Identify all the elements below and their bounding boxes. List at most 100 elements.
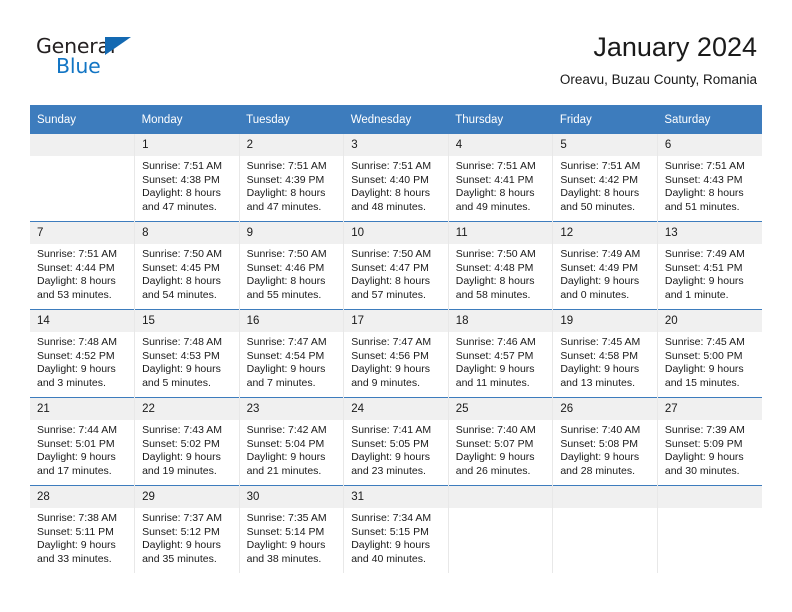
day-details: Sunrise: 7:45 AM Sunset: 4:58 PM Daylight:… (553, 332, 657, 390)
calendar-day-cell[interactable]: 26 Sunrise: 7:40 AM Sunset: 5:08 PM Dayligh… (552, 397, 658, 486)
calendar-day-cell[interactable]: 24 Sunrise: 7:41 AM Sunset: 5:05 PM Dayligh… (343, 397, 449, 486)
calendar-week-row: 7 Sunrise: 7:51 AM Sunset: 4:44 PM Daylight… (30, 221, 762, 310)
daylight-text-line2: and 58 minutes. (455, 288, 531, 301)
calendar-day-cell[interactable]: 1 Sunrise: 7:51 AM Sunset: 4:38 PM Daylight… (134, 134, 240, 222)
calendar-day-cell[interactable]: 8 Sunrise: 7:50 AM Sunset: 4:45 PM Daylight… (134, 221, 240, 310)
calendar-day-cell[interactable]: 29 Sunrise: 7:37 AM Sunset: 5:12 PM Dayligh… (134, 485, 240, 573)
calendar-day-cell[interactable]: 6 Sunrise: 7:51 AM Sunset: 4:43 PM Daylight… (657, 134, 762, 222)
daylight-text-line1: Daylight: 8 hours (664, 187, 744, 200)
calendar-day-cell[interactable]: 13 Sunrise: 7:49 AM Sunset: 4:51 PM Dayligh… (657, 221, 762, 310)
calendar-day-cell[interactable]: 7 Sunrise: 7:51 AM Sunset: 4:44 PM Daylight… (30, 221, 136, 310)
day-details: Sunrise: 7:40 AM Sunset: 5:08 PM Daylight:… (553, 420, 657, 478)
daylight-text-line2: and 30 minutes. (664, 464, 740, 477)
sunset-text: Sunset: 5:01 PM (37, 437, 115, 450)
calendar-day-cell[interactable]: 19 Sunrise: 7:45 AM Sunset: 4:58 PM Dayligh… (552, 309, 658, 398)
sunset-text: Sunset: 5:11 PM (37, 525, 114, 538)
day-number: 19 (553, 310, 657, 332)
sunrise-text: Sunrise: 7:50 AM (351, 248, 432, 260)
sunset-text: Sunset: 4:44 PM (37, 261, 115, 274)
calendar-day-cell[interactable]: 30 Sunrise: 7:35 AM Sunset: 5:14 PM Dayligh… (239, 485, 345, 573)
day-number: 22 (135, 398, 239, 420)
sunset-text: Sunset: 4:39 PM (246, 173, 325, 186)
calendar-day-cell[interactable]: 9 Sunrise: 7:50 AM Sunset: 4:46 PM Daylight… (239, 221, 345, 310)
generalblue-logo[interactable]: General Blue (36, 34, 156, 82)
calendar-week-row: 1 Sunrise: 7:51 AM Sunset: 4:38 PM Daylight… (30, 134, 762, 222)
calendar-day-cell[interactable]: 17 Sunrise: 7:47 AM Sunset: 4:56 PM Dayligh… (343, 309, 449, 398)
day-details: Sunrise: 7:37 AM Sunset: 5:12 PM Daylight:… (135, 508, 239, 566)
daylight-text-line1: Daylight: 9 hours (37, 363, 116, 376)
calendar-day-cell[interactable]: 5 Sunrise: 7:51 AM Sunset: 4:42 PM Daylight… (552, 134, 658, 222)
sunset-text: Sunset: 4:53 PM (142, 349, 220, 362)
daylight-text-line1: Daylight: 9 hours (351, 451, 430, 464)
day-number: 3 (344, 134, 448, 156)
calendar-day-cell[interactable]: 16 Sunrise: 7:47 AM Sunset: 4:54 PM Dayligh… (239, 309, 345, 398)
calendar-day-cell[interactable]: 23 Sunrise: 7:42 AM Sunset: 5:04 PM Dayligh… (239, 397, 345, 486)
sunrise-text: Sunrise: 7:42 AM (246, 424, 327, 436)
daylight-text-line1: Daylight: 8 hours (455, 275, 535, 288)
daylight-text-line2: and 23 minutes. (351, 464, 426, 477)
calendar-day-cell[interactable]: 3 Sunrise: 7:51 AM Sunset: 4:40 PM Daylight… (343, 134, 449, 222)
sunrise-text: Sunrise: 7:35 AM (246, 512, 327, 524)
calendar-day-cell[interactable]: 20 Sunrise: 7:45 AM Sunset: 5:00 PM Dayligh… (657, 309, 762, 398)
sunset-text: Sunset: 4:49 PM (560, 261, 638, 274)
day-number: 7 (30, 222, 135, 244)
day-number: 9 (239, 222, 344, 244)
calendar-day-cell[interactable]: 21 Sunrise: 7:44 AM Sunset: 5:01 PM Dayligh… (30, 397, 136, 486)
sunrise-text: Sunrise: 7:50 AM (142, 248, 223, 260)
weekday-header-monday: Monday (134, 105, 240, 134)
daylight-text-line1: Daylight: 8 hours (455, 187, 535, 200)
sunrise-text: Sunrise: 7:34 AM (351, 512, 432, 524)
daylight-text-line1: Daylight: 9 hours (664, 363, 744, 376)
day-details: Sunrise: 7:35 AM Sunset: 5:14 PM Daylight:… (240, 508, 344, 566)
sunrise-text: Sunrise: 7:41 AM (351, 424, 432, 436)
day-details: Sunrise: 7:48 AM Sunset: 4:52 PM Daylight:… (30, 332, 134, 390)
calendar-day-cell[interactable]: 15 Sunrise: 7:48 AM Sunset: 4:53 PM Dayligh… (134, 309, 240, 398)
day-number: 27 (657, 398, 762, 420)
daylight-text-line2: and 48 minutes. (351, 200, 426, 213)
calendar-day-cell[interactable]: 11 Sunrise: 7:50 AM Sunset: 4:48 PM Dayligh… (448, 221, 554, 310)
daylight-text-line2: and 17 minutes. (37, 464, 112, 477)
sunrise-text: Sunrise: 7:51 AM (37, 248, 117, 260)
daylight-text-line1: Daylight: 9 hours (455, 451, 535, 464)
daylight-text-line2: and 0 minutes. (560, 288, 630, 301)
calendar-page: General Blue January 2024 Oreavu, Buzau … (0, 0, 792, 612)
day-details: Sunrise: 7:51 AM Sunset: 4:41 PM Daylight:… (449, 156, 553, 214)
calendar-day-cell[interactable]: 18 Sunrise: 7:46 AM Sunset: 4:57 PM Dayligh… (448, 309, 554, 398)
day-number: 25 (448, 398, 553, 420)
sunrise-text: Sunrise: 7:47 AM (351, 336, 432, 348)
day-details: Sunrise: 7:51 AM Sunset: 4:44 PM Daylight:… (30, 244, 134, 302)
calendar-day-cell[interactable]: 4 Sunrise: 7:51 AM Sunset: 4:41 PM Daylight… (448, 134, 554, 222)
daylight-text-line2: and 7 minutes. (246, 376, 316, 389)
daylight-text-line1: Daylight: 8 hours (246, 275, 326, 288)
weekday-header-sunday: Sunday (30, 105, 135, 134)
day-number (553, 486, 657, 508)
sunrise-text: Sunrise: 7:37 AM (142, 512, 223, 524)
calendar-day-cell[interactable]: 28 Sunrise: 7:38 AM Sunset: 5:11 PM Dayligh… (30, 485, 136, 573)
calendar-day-cell[interactable]: 2 Sunrise: 7:51 AM Sunset: 4:39 PM Daylight… (239, 134, 345, 222)
calendar-day-cell[interactable]: 14 Sunrise: 7:48 AM Sunset: 4:52 PM Dayligh… (30, 309, 136, 398)
daylight-text-line1: Daylight: 9 hours (560, 275, 640, 288)
daylight-text-line2: and 49 minutes. (455, 200, 531, 213)
daylight-text-line2: and 50 minutes. (560, 200, 636, 213)
day-details: Sunrise: 7:47 AM Sunset: 4:54 PM Daylight:… (240, 332, 344, 390)
calendar-day-cell[interactable]: 25 Sunrise: 7:40 AM Sunset: 5:07 PM Dayligh… (448, 397, 554, 486)
calendar-day-cell[interactable]: 22 Sunrise: 7:43 AM Sunset: 5:02 PM Dayligh… (134, 397, 240, 486)
day-number: 8 (135, 222, 239, 244)
sunset-text: Sunset: 4:40 PM (351, 173, 429, 186)
weekday-header-friday: Friday (552, 105, 658, 134)
day-number: 1 (135, 134, 239, 156)
page-title: January 2024 (593, 32, 757, 62)
sunrise-text: Sunrise: 7:51 AM (351, 160, 432, 172)
calendar-body: 1 Sunrise: 7:51 AM Sunset: 4:38 PM Daylight… (30, 134, 762, 573)
sunset-text: Sunset: 5:15 PM (351, 525, 429, 538)
calendar-cell-empty (657, 485, 762, 573)
sunset-text: Sunset: 4:41 PM (455, 173, 534, 186)
calendar-day-cell[interactable]: 10 Sunrise: 7:50 AM Sunset: 4:47 PM Dayligh… (343, 221, 449, 310)
daylight-text-line1: Daylight: 8 hours (560, 187, 640, 200)
day-number: 13 (657, 222, 762, 244)
calendar-day-cell[interactable]: 27 Sunrise: 7:39 AM Sunset: 5:09 PM Dayligh… (657, 397, 762, 486)
daylight-text-line2: and 26 minutes. (455, 464, 531, 477)
calendar-day-cell[interactable]: 12 Sunrise: 7:49 AM Sunset: 4:49 PM Dayligh… (552, 221, 658, 310)
sunrise-text: Sunrise: 7:40 AM (455, 424, 536, 436)
calendar-day-cell[interactable]: 31 Sunrise: 7:34 AM Sunset: 5:15 PM Dayligh… (343, 485, 449, 573)
